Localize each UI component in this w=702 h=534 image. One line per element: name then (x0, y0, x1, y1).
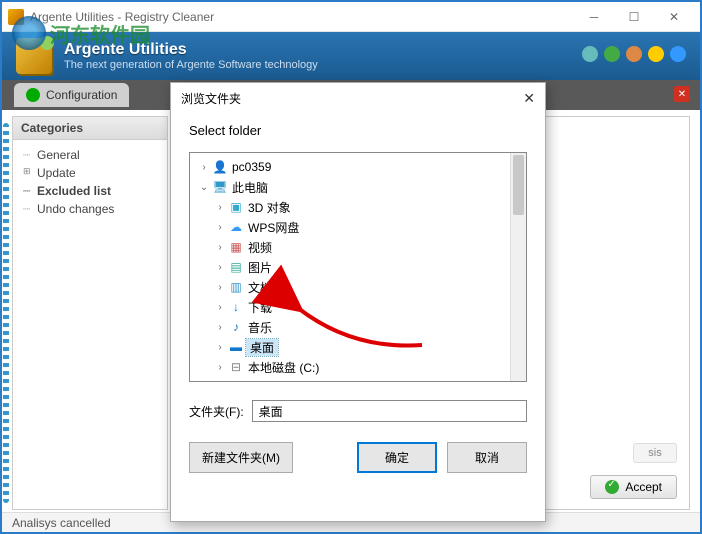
dialog-titlebar: 浏览文件夹 ✕ (171, 83, 545, 113)
info-icon[interactable] (670, 46, 686, 62)
sidebar: Categories General Update Excluded list … (12, 116, 168, 510)
chevron-icon[interactable] (198, 162, 210, 173)
folder-label: 文件夹(F): (189, 403, 244, 420)
banner-subtitle: The next generation of Argente Software … (64, 59, 318, 71)
tree-node-pic[interactable]: ▤图片 (190, 257, 526, 277)
new-folder-button[interactable]: 新建文件夹(M) (189, 442, 293, 473)
tree-node-label: WPS网盘 (246, 219, 299, 236)
folder-input[interactable] (252, 400, 527, 422)
tree-node-label: 3D 对象 (246, 199, 291, 216)
tree-node-label: 视频 (246, 239, 272, 256)
sidebar-item-undo-changes[interactable]: Undo changes (17, 200, 163, 218)
banner-title: Argente Utilities (64, 41, 318, 59)
home-icon[interactable] (626, 46, 642, 62)
tree-node-label: 此电脑 (230, 179, 268, 196)
tab-close-button[interactable]: ✕ (674, 86, 690, 102)
tree-node-label: 图片 (246, 259, 272, 276)
tree-node-label: 音乐 (246, 319, 272, 336)
minimize-button[interactable]: ─ (574, 6, 614, 28)
browse-folder-dialog: 浏览文件夹 ✕ Select folder 👤pc0359🖥此电脑▣3D 对象☁… (170, 82, 546, 522)
tree-node-doc[interactable]: ▥文档 (190, 277, 526, 297)
sidebar-item-excluded-list[interactable]: Excluded list (17, 182, 163, 200)
accept-button[interactable]: Accept (590, 475, 677, 499)
scrollbar-thumb[interactable] (513, 155, 524, 215)
tree-node-cloud[interactable]: ☁WPS网盘 (190, 217, 526, 237)
chevron-icon[interactable] (214, 302, 226, 313)
accept-label: Accept (625, 480, 662, 494)
tree-node-label: 本地磁盘 (C:) (246, 359, 319, 376)
chevron-icon[interactable] (214, 362, 226, 373)
dl-icon: ↓ (228, 299, 244, 315)
chevron-icon[interactable] (214, 342, 226, 353)
tree-node-user[interactable]: 👤pc0359 (190, 157, 526, 177)
sidebar-stripe-icon (3, 123, 9, 503)
tab-label: Configuration (46, 88, 117, 102)
user-icon: 👤 (212, 159, 228, 175)
maximize-button[interactable]: ☐ (614, 6, 654, 28)
sidebar-item-general[interactable]: General (17, 146, 163, 164)
dialog-close-button[interactable]: ✕ (523, 90, 535, 107)
app-banner: Argente Utilities The next generation of… (2, 32, 700, 80)
dialog-title: 浏览文件夹 (181, 90, 241, 107)
star-icon[interactable] (648, 46, 664, 62)
music-icon: ♪ (228, 319, 244, 335)
tree-node-label: pc0359 (230, 160, 271, 174)
dialog-button-row: 新建文件夹(M) 确定 取消 (189, 442, 527, 473)
chevron-icon[interactable] (214, 202, 226, 213)
truncated-button[interactable]: sis (633, 443, 677, 463)
close-button[interactable]: ✕ (654, 6, 694, 28)
tree-node-music[interactable]: ♪音乐 (190, 317, 526, 337)
chevron-icon[interactable] (198, 182, 210, 193)
tree-node-pc[interactable]: 🖥此电脑 (190, 177, 526, 197)
doc-icon: ▥ (228, 279, 244, 295)
sidebar-item-update[interactable]: Update (17, 164, 163, 182)
tree-node-label: 桌面 (246, 339, 278, 356)
cloud-icon: ☁ (228, 219, 244, 235)
chevron-icon[interactable] (214, 322, 226, 333)
dialog-heading: Select folder (171, 113, 545, 146)
ok-button[interactable]: 确定 (357, 442, 437, 473)
refresh-icon[interactable] (604, 46, 620, 62)
app-icon (8, 9, 24, 25)
window-title: Argente Utilities - Registry Cleaner (30, 10, 214, 24)
folder-tree: 👤pc0359🖥此电脑▣3D 对象☁WPS网盘▦视频▤图片▥文档↓下载♪音乐▬桌… (189, 152, 527, 382)
check-icon (605, 480, 619, 494)
tree-node-label: 文档 (246, 279, 272, 296)
cancel-button[interactable]: 取消 (447, 442, 527, 473)
video-icon: ▦ (228, 239, 244, 255)
sidebar-header: Categories (13, 117, 167, 140)
folder-input-row: 文件夹(F): (189, 400, 527, 422)
tab-configuration[interactable]: Configuration (14, 83, 129, 107)
disk-icon: ⊟ (228, 359, 244, 375)
gear-icon (26, 88, 40, 102)
tree-node-video[interactable]: ▦视频 (190, 237, 526, 257)
sidebar-tree: General Update Excluded list Undo change… (13, 140, 167, 224)
status-text: Analisys cancelled (12, 516, 111, 530)
tree-node-label: 下载 (246, 299, 272, 316)
desk-icon: ▬ (228, 339, 244, 355)
pic-icon: ▤ (228, 259, 244, 275)
pc-icon: 🖥 (212, 179, 228, 195)
tree-node-desk[interactable]: ▬桌面 (190, 337, 526, 357)
chevron-icon[interactable] (214, 262, 226, 273)
globe-icon[interactable] (582, 46, 598, 62)
3d-icon: ▣ (228, 199, 244, 215)
tree-node-disk[interactable]: ⊟本地磁盘 (C:) (190, 357, 526, 377)
tree-node-3d[interactable]: ▣3D 对象 (190, 197, 526, 217)
chevron-icon[interactable] (214, 222, 226, 233)
scrollbar[interactable] (510, 153, 526, 381)
titlebar: Argente Utilities - Registry Cleaner ─ ☐… (2, 2, 700, 32)
banner-toolbar (582, 46, 686, 62)
chevron-icon[interactable] (214, 282, 226, 293)
chevron-icon[interactable] (214, 242, 226, 253)
banner-app-icon (16, 38, 52, 74)
tree-node-dl[interactable]: ↓下载 (190, 297, 526, 317)
